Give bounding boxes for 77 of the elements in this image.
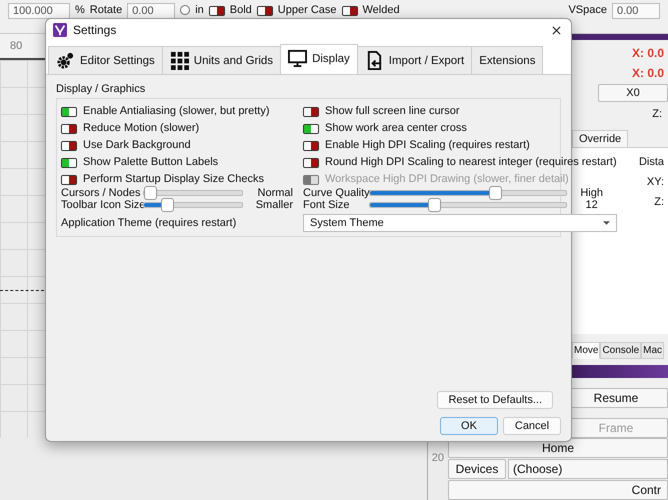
panel-tab[interactable]: Console	[600, 342, 642, 359]
toggle-switch[interactable]	[303, 107, 319, 117]
style-label: Welded	[362, 3, 400, 18]
override-tab[interactable]: Override	[572, 130, 628, 147]
caret-icon	[602, 221, 610, 225]
rotate-label: Rotate	[90, 3, 122, 18]
reset-button[interactable]: Reset to Defaults...	[437, 391, 553, 409]
rotate-field[interactable]: 0.00	[127, 3, 176, 19]
slider-handle[interactable]	[428, 198, 442, 212]
coordinate-readout: X: 0.0	[632, 46, 664, 60]
toggle-switch[interactable]	[342, 6, 358, 16]
x0-button[interactable]: X0	[598, 84, 668, 102]
group-title: Display / Graphics	[56, 83, 146, 95]
app-icon	[53, 23, 67, 37]
grid-icon	[170, 51, 189, 70]
toggle-switch[interactable]	[208, 6, 225, 16]
vspace-field[interactable]: 0.00	[612, 3, 660, 19]
z-label: Z:	[652, 108, 662, 120]
scale-field[interactable]: 100.000	[8, 3, 70, 19]
toggle-switch[interactable]	[303, 158, 319, 168]
toggle-switch[interactable]	[256, 6, 273, 16]
slider-label: Cursors / Nodes	[61, 187, 142, 199]
device-dropdown[interactable]: (Choose)	[508, 459, 668, 479]
radio-label: in	[195, 3, 204, 18]
toggle-switch[interactable]	[61, 107, 77, 117]
theme-label: Application Theme (requires restart)	[61, 217, 238, 229]
devices-button[interactable]: Devices	[448, 459, 506, 479]
distance-label: Dista	[638, 156, 664, 168]
toggle-label: Enable Antialiasing (slower, but pretty)	[83, 104, 270, 116]
toggle-label: Use Dark Background	[83, 138, 191, 150]
ruler-label: 80	[10, 40, 22, 52]
theme-dropdown[interactable]: System Theme	[303, 214, 617, 232]
toggle-label: Show work area center cross	[325, 122, 467, 134]
toggle-label: Show Palette Button Labels	[83, 156, 218, 168]
toggle-label: Round High DPI Scaling to nearest integer (requires restart)	[325, 156, 617, 168]
dashed-line	[0, 290, 44, 291]
slider-handle[interactable]	[144, 186, 157, 200]
z-label: Z:	[654, 196, 664, 208]
style-label: Upper Case	[278, 3, 336, 18]
style-label: Bold	[230, 3, 252, 18]
slider-reading: Normal	[256, 187, 293, 199]
slider-reading: High	[579, 187, 604, 199]
gear-icon	[56, 51, 75, 70]
settings-tab[interactable]: Editor Settings	[48, 46, 163, 74]
toggle-label: Enable High DPI Scaling (requires restart)	[325, 138, 530, 150]
xy-label: XY:	[646, 176, 664, 188]
unit-label: %	[75, 3, 85, 18]
ok-button[interactable]: OK	[440, 417, 498, 435]
toggle-label: Show full screen line cursor	[325, 104, 460, 116]
toggle-switch[interactable]	[61, 158, 77, 168]
toggle-label: Workspace High DPI Drawing (slower, finer detail)	[325, 172, 569, 184]
panel-tab[interactable]: Mac	[641, 342, 664, 359]
toggle-switch[interactable]	[303, 124, 319, 134]
toggle-switch[interactable]	[61, 141, 77, 151]
coordinate-readout: X: 0.0	[632, 66, 664, 80]
settings-tab[interactable]: Extensions	[471, 46, 544, 74]
vspace-label: VSpace	[568, 3, 607, 18]
monitor-icon	[288, 49, 308, 68]
slider-handle[interactable]	[161, 198, 174, 212]
toggle-label: Perform Startup Display Size Checks	[83, 172, 264, 184]
toggle-switch[interactable]	[303, 141, 319, 151]
close-icon[interactable]	[552, 26, 561, 34]
toggle-switch[interactable]	[61, 124, 77, 134]
toggle-label: Reduce Motion (slower)	[83, 122, 200, 134]
cancel-button[interactable]: Cancel	[503, 417, 561, 435]
settings-tab[interactable]: Import / Export	[356, 46, 472, 74]
slider-handle[interactable]	[488, 186, 502, 200]
control-button[interactable]: Contr	[448, 480, 668, 500]
slider-label: Curve Quality	[303, 187, 369, 199]
slider-reading: 12	[584, 199, 599, 211]
slider-reading: Smaller	[254, 199, 293, 211]
window-title: Settings	[73, 23, 116, 37]
settings-tab[interactable]: Units and Grids	[162, 46, 282, 74]
toggle-switch[interactable]	[61, 175, 77, 185]
panel-tab[interactable]: Move	[572, 342, 600, 359]
radio-button[interactable]	[180, 5, 190, 15]
slider-label: Font Size	[303, 199, 350, 211]
